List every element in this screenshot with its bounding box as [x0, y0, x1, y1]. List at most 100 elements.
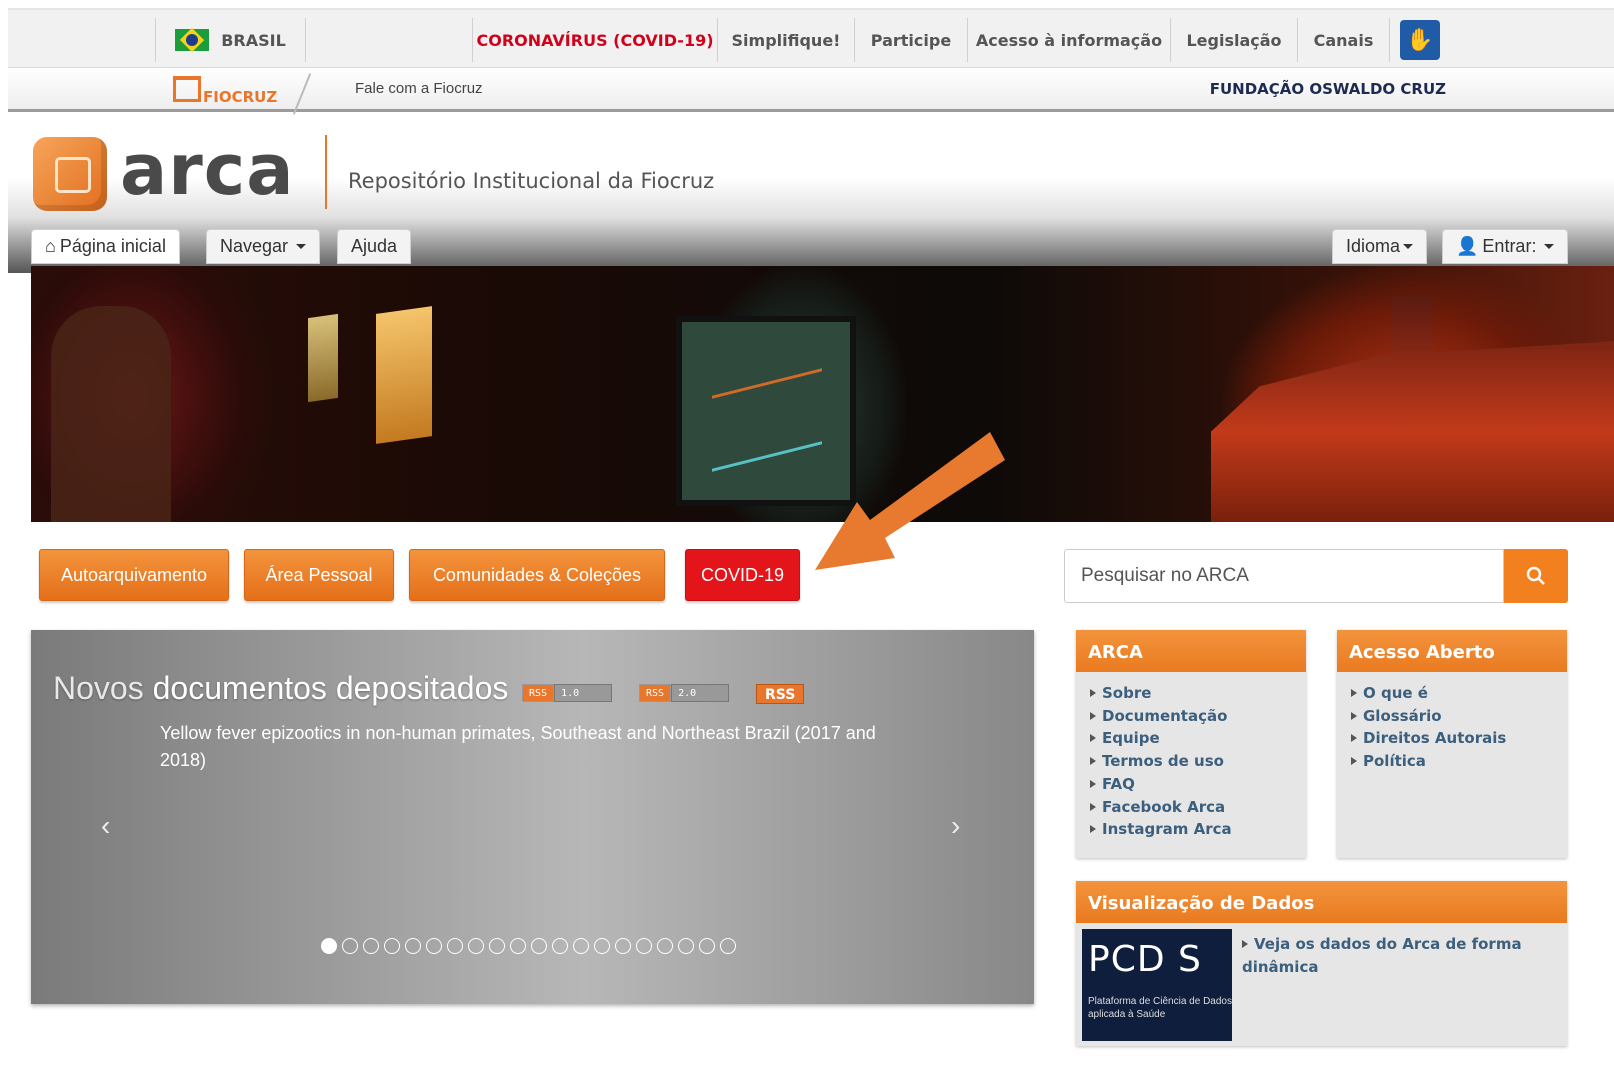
carousel-dot[interactable]: [510, 938, 526, 954]
triangle-right-icon: [1351, 711, 1357, 720]
carousel-dot[interactable]: [531, 938, 547, 954]
arca-panel-list: Sobre Documentação Equipe Termos de uso …: [1076, 672, 1306, 851]
foundation-name[interactable]: FUNDAÇÃO OSWALDO CRUZ: [1210, 80, 1446, 98]
carousel-dot[interactable]: [657, 938, 673, 954]
rss-1-right: 1.0: [554, 684, 613, 702]
rss-1-badge[interactable]: RSS 1.0: [522, 684, 613, 702]
data-panel-title: Visualização de Dados: [1076, 881, 1567, 923]
arca-link-equipe[interactable]: Equipe: [1090, 727, 1292, 750]
legislacao-link[interactable]: Legislação: [1171, 18, 1298, 62]
arca-link-faq[interactable]: FAQ: [1090, 773, 1292, 796]
carousel-dot[interactable]: [636, 938, 652, 954]
carousel-dot[interactable]: [552, 938, 568, 954]
carousel-dot[interactable]: [447, 938, 463, 954]
arca-link-instagram[interactable]: Instagram Arca: [1090, 818, 1292, 841]
oa-link-politica[interactable]: Política: [1351, 750, 1553, 773]
carousel-prev-button[interactable]: ‹: [101, 810, 110, 842]
canais-link[interactable]: Canais: [1298, 18, 1390, 62]
contact-link[interactable]: Fale com a Fiocruz: [355, 80, 483, 97]
arca-panel-title: ARCA: [1076, 630, 1306, 672]
open-access-panel-title: Acesso Aberto: [1337, 630, 1567, 672]
pcds-logo[interactable]: PCD S Plataforma de Ciência de Dados apl…: [1082, 929, 1232, 1041]
brazil-flag-icon: [175, 29, 210, 51]
accessibility-button[interactable]: ✋: [1398, 18, 1442, 62]
data-panel-link[interactable]: Veja os dados do Arca de forma dinâmica: [1242, 933, 1542, 979]
tab-help[interactable]: Ajuda: [337, 229, 412, 264]
carousel-dot[interactable]: [615, 938, 631, 954]
list-item-label: FAQ: [1102, 774, 1135, 793]
tab-home-label: Página inicial: [59, 236, 166, 256]
carousel-dot[interactable]: [594, 938, 610, 954]
oa-link-direitos[interactable]: Direitos Autorais: [1351, 727, 1553, 750]
fiocruz-logo[interactable]: FIOCRUZ: [173, 73, 333, 115]
arca-logo-text[interactable]: arca: [120, 129, 295, 211]
triangle-right-icon: [1090, 779, 1096, 788]
acesso-informacao-link[interactable]: Acesso à informação: [968, 18, 1171, 62]
arca-logo-icon[interactable]: [33, 137, 107, 211]
carousel-dot[interactable]: [678, 938, 694, 954]
brasil-link[interactable]: BRASIL: [155, 18, 306, 62]
carousel-dot[interactable]: [489, 938, 505, 954]
simplifique-link[interactable]: Simplifique!: [718, 18, 855, 62]
triangle-right-icon: [1090, 802, 1096, 811]
login-dropdown[interactable]: 👤 Entrar:: [1442, 229, 1569, 264]
user-icon: 👤: [1456, 236, 1479, 256]
login-label: Entrar:: [1482, 236, 1537, 256]
triangle-right-icon: [1242, 940, 1248, 948]
self-archive-button[interactable]: Autoarquivamento: [39, 549, 229, 601]
rss-2-right: 2.0: [671, 684, 730, 702]
rss-2-badge[interactable]: RSS 2.0: [639, 684, 730, 702]
participe-link[interactable]: Participe: [855, 18, 968, 62]
triangle-right-icon: [1090, 689, 1096, 697]
list-item-label: Facebook Arca: [1102, 797, 1226, 816]
arca-panel: ARCA Sobre Documentação Equipe Termos de…: [1076, 630, 1306, 858]
carousel-dot[interactable]: [405, 938, 421, 954]
chevron-down-icon: [1544, 244, 1555, 249]
fiocruz-logo-text: FIOCRUZ: [203, 88, 278, 106]
communities-button[interactable]: Comunidades & Coleções: [409, 549, 665, 601]
tab-home[interactable]: ⌂ Página inicial: [31, 229, 180, 264]
language-dropdown[interactable]: Idioma: [1332, 229, 1428, 264]
open-access-list: O que é Glossário Direitos Autorais Polí…: [1337, 672, 1567, 783]
site-subtitle: Repositório Institucional da Fiocruz: [348, 169, 715, 193]
carousel-dot[interactable]: [573, 938, 589, 954]
carousel-dot[interactable]: [426, 938, 442, 954]
list-item-label: Glossário: [1363, 706, 1442, 725]
carousel-dot[interactable]: [720, 938, 736, 954]
hand-sign-icon: ✋: [1400, 20, 1440, 60]
carousel-document-link[interactable]: Yellow fever epizootics in non-human pri…: [160, 720, 900, 774]
rss-2-left: RSS: [639, 684, 672, 702]
list-item-label: Instagram Arca: [1102, 820, 1232, 839]
search-icon: [1526, 566, 1545, 585]
tab-browse[interactable]: Navegar: [206, 229, 321, 264]
data-panel-link-label: Veja os dados do Arca de forma dinâmica: [1242, 935, 1522, 976]
carousel-dot[interactable]: [363, 938, 379, 954]
fiocruz-bar: FIOCRUZ Fale com a Fiocruz FUNDAÇÃO OSWA…: [8, 68, 1614, 115]
carousel-dot[interactable]: [321, 938, 337, 954]
triangle-right-icon: [1090, 711, 1096, 720]
carousel-dot[interactable]: [384, 938, 400, 954]
oa-link-glossario[interactable]: Glossário: [1351, 705, 1553, 728]
banner-visitor: [51, 306, 171, 522]
carousel-dot[interactable]: [468, 938, 484, 954]
carousel-dot[interactable]: [342, 938, 358, 954]
rss-1-left: RSS: [522, 684, 555, 702]
search-input[interactable]: Pesquisar no ARCA: [1064, 549, 1504, 603]
chevron-down-icon: [296, 244, 307, 249]
carousel-dot[interactable]: [699, 938, 715, 954]
arca-link-termos[interactable]: Termos de uso: [1090, 750, 1292, 773]
gov-bar: BRASIL CORONAVÍRUS (COVID-19) Simplifiqu…: [8, 8, 1614, 68]
personal-area-button[interactable]: Área Pessoal: [244, 549, 394, 601]
covid-gov-link[interactable]: CORONAVÍRUS (COVID-19): [473, 18, 718, 62]
carousel-next-button[interactable]: ›: [951, 810, 960, 842]
oa-link-o-que-e[interactable]: O que é: [1351, 682, 1553, 705]
logo-divider: [325, 135, 327, 209]
pcds-logo-caption: Plataforma de Ciência de Dados aplicada …: [1088, 996, 1232, 1020]
list-item-label: Documentação: [1102, 706, 1228, 725]
arca-link-sobre[interactable]: Sobre: [1090, 682, 1292, 705]
covid-button[interactable]: COVID-19: [685, 549, 800, 601]
arca-link-documentacao[interactable]: Documentação: [1090, 705, 1292, 728]
rss-badge[interactable]: RSS: [756, 684, 805, 704]
arca-link-facebook[interactable]: Facebook Arca: [1090, 796, 1292, 819]
search-button[interactable]: [1504, 549, 1568, 603]
